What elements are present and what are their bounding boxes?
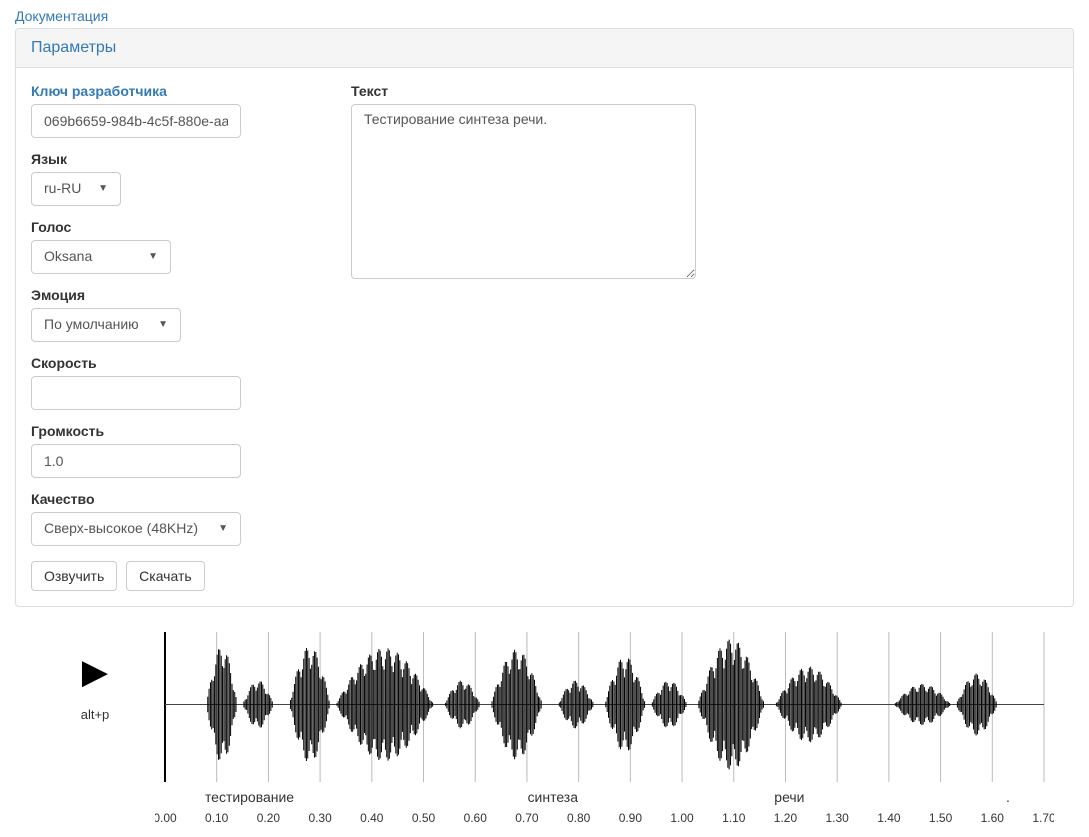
emotion-select[interactable]: По умолчанию ▼ [31, 308, 181, 342]
svg-text:0.90: 0.90 [619, 811, 643, 825]
quality-value: Сверх-высокое (48KHz) [44, 519, 198, 539]
svg-text:.: . [1006, 789, 1010, 805]
emotion-value: По умолчанию [44, 315, 139, 335]
download-button[interactable]: Скачать [126, 561, 205, 591]
play-shortcut-hint: alt+p [35, 707, 155, 722]
parameters-panel: Параметры Ключ разработчика Язык ru-RU ▼… [15, 28, 1074, 607]
svg-text:0.00: 0.00 [155, 811, 177, 825]
volume-input[interactable] [31, 444, 241, 478]
speed-input[interactable] [31, 376, 241, 410]
svg-text:синтеза: синтеза [528, 789, 579, 805]
waveform-display[interactable]: 0.00 0.10 0.20 0.30 0.40 0.50 0.60 0.70 0.80 0.90… [155, 627, 1054, 837]
svg-text:0.40: 0.40 [360, 811, 384, 825]
volume-label: Громкость [31, 423, 311, 439]
svg-text:1.20: 1.20 [774, 811, 798, 825]
svg-text:0.30: 0.30 [308, 811, 332, 825]
svg-text:1.60: 1.60 [981, 811, 1005, 825]
speed-label: Скорость [31, 355, 311, 371]
svg-text:0.10: 0.10 [205, 811, 229, 825]
svg-text:1.30: 1.30 [826, 811, 850, 825]
text-input[interactable] [351, 104, 696, 279]
svg-text:0.50: 0.50 [412, 811, 436, 825]
chevron-down-icon: ▼ [218, 522, 228, 536]
language-select[interactable]: ru-RU ▼ [31, 172, 121, 206]
chevron-down-icon: ▼ [158, 318, 168, 332]
voice-value: Oksana [44, 247, 92, 267]
text-label: Текст [351, 83, 1058, 99]
svg-text:1.40: 1.40 [877, 811, 901, 825]
voice-label: Голос [31, 219, 311, 235]
svg-text:1.70: 1.70 [1032, 811, 1054, 825]
play-icon[interactable]: ▶ [35, 655, 155, 689]
svg-text:0.60: 0.60 [464, 811, 488, 825]
panel-title: Параметры [16, 29, 1073, 68]
svg-text:0.20: 0.20 [257, 811, 281, 825]
svg-text:1.10: 1.10 [722, 811, 746, 825]
dev-key-input[interactable] [31, 104, 241, 138]
svg-text:1.50: 1.50 [929, 811, 953, 825]
emotion-label: Эмоция [31, 287, 311, 303]
svg-text:1.00: 1.00 [670, 811, 694, 825]
quality-select[interactable]: Сверх-высокое (48KHz) ▼ [31, 512, 241, 546]
speak-button[interactable]: Озвучить [31, 561, 117, 591]
documentation-link[interactable]: Документация [0, 0, 123, 28]
chevron-down-icon: ▼ [148, 250, 158, 264]
quality-label: Качество [31, 491, 311, 507]
voice-select[interactable]: Oksana ▼ [31, 240, 171, 274]
svg-text:0.70: 0.70 [515, 811, 539, 825]
chevron-down-icon: ▼ [98, 182, 108, 196]
svg-text:0.80: 0.80 [567, 811, 591, 825]
language-label: Язык [31, 151, 311, 167]
language-value: ru-RU [44, 179, 81, 199]
svg-text:речи: речи [774, 789, 804, 805]
dev-key-label[interactable]: Ключ разработчика [31, 83, 311, 99]
svg-text:тестирование: тестирование [205, 789, 294, 805]
